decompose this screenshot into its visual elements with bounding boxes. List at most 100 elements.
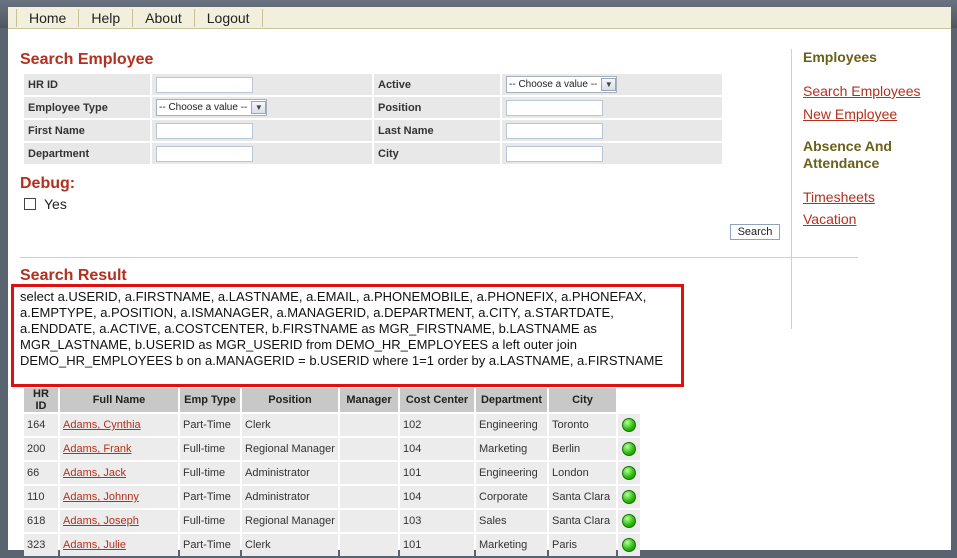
hr-id-cell: 618 [24,510,58,532]
first-name-label: First Name [24,120,150,141]
hr-id-input[interactable] [156,76,253,93]
hr-id-cell: 66 [24,462,58,484]
position-cell: Regional Manager [242,438,338,460]
cost-center-cell: 104 [400,438,474,460]
department-cell: Sales [476,510,547,532]
last-name-input[interactable] [506,122,603,139]
nav-help-link[interactable]: Help [79,8,134,27]
col-city[interactable]: City [549,388,616,412]
manager-cell [340,534,398,556]
table-row: 110 Adams, Johnny Part-Time Administrato… [24,486,640,508]
nav-home-link[interactable]: Home [16,8,80,27]
city-cell: London [549,462,616,484]
top-bar: Home Help About Logout [0,0,957,29]
debug-option: Yes [24,196,67,212]
page-content: Search Employee HR ID Active -- Choose a… [8,29,951,556]
table-row: 164 Adams, Cynthia Part-Time Clerk 102 E… [24,414,640,436]
sidebar-heading-absence: Absence And Attendance [803,138,892,171]
col-hr-id[interactable]: HR ID [24,388,58,412]
nav-logout-link[interactable]: Logout [195,8,263,27]
col-department[interactable]: Department [476,388,547,412]
col-manager[interactable]: Manager [340,388,398,412]
department-label: Department [24,143,150,164]
position-cell: Regional Manager [242,510,338,532]
sidebar-item-vacation[interactable]: Vacation [803,211,951,228]
manager-cell [340,486,398,508]
green-status-icon [622,466,636,480]
employee-type-select[interactable]: -- Choose a value -- ▼ [156,99,268,116]
debug-yes-label: Yes [44,196,67,212]
search-form: HR ID Active -- Choose a value -- ▼ Empl… [22,72,724,166]
cost-center-cell: 103 [400,510,474,532]
manager-cell [340,414,398,436]
last-name-label: Last Name [374,120,500,141]
employee-name-link[interactable]: Adams, Julie [63,539,126,551]
sidebar-item-timesheets[interactable]: Timesheets [803,189,951,206]
table-row: 200 Adams, Frank Full-time Regional Mana… [24,438,640,460]
city-input[interactable] [506,145,603,162]
department-cell: Corporate [476,486,547,508]
nav-about-link[interactable]: About [133,8,195,27]
cost-center-cell: 104 [400,486,474,508]
col-position[interactable]: Position [242,388,338,412]
cost-center-cell: 101 [400,462,474,484]
city-cell: Toronto [549,414,616,436]
emp-type-cell: Part-Time [180,486,240,508]
emp-type-cell: Full-time [180,510,240,532]
employee-name-link[interactable]: Adams, Johnny [63,491,139,503]
position-input[interactable] [506,99,603,116]
sidebar-divider [791,49,792,329]
employee-name-link[interactable]: Adams, Joseph [63,515,139,527]
emp-type-cell: Part-Time [180,534,240,556]
main-panel: Search Employee HR ID Active -- Choose a… [8,29,858,556]
department-cell: Marketing [476,438,547,460]
table-row: 66 Adams, Jack Full-time Administrator 1… [24,462,640,484]
debug-yes-checkbox[interactable] [24,198,36,210]
emp-type-cell: Full-time [180,438,240,460]
hr-id-cell: 323 [24,534,58,556]
city-cell: Santa Clara [549,486,616,508]
employee-name-link[interactable]: Adams, Jack [63,467,126,479]
city-cell: Santa Clara [549,510,616,532]
department-cell: Engineering [476,414,547,436]
sql-debug-output: select a.USERID, a.FIRSTNAME, a.LASTNAME… [11,284,684,387]
chevron-down-icon: ▼ [601,78,617,91]
department-cell: Marketing [476,534,547,556]
position-label: Position [374,97,500,118]
nav-menu: Home Help About Logout [8,7,951,29]
first-name-input[interactable] [156,122,253,139]
search-button[interactable]: Search [730,224,780,240]
position-cell: Clerk [242,534,338,556]
col-full-name[interactable]: Full Name [60,388,178,412]
position-cell: Clerk [242,414,338,436]
department-cell: Engineering [476,462,547,484]
emp-type-cell: Full-time [180,462,240,484]
hr-id-cell: 110 [24,486,58,508]
employee-name-link[interactable]: Adams, Frank [63,443,131,455]
active-select[interactable]: -- Choose a value -- ▼ [506,76,618,93]
col-emp-type[interactable]: Emp Type [180,388,240,412]
employee-name-link[interactable]: Adams, Cynthia [63,419,141,431]
active-select-value: -- Choose a value -- [509,79,598,90]
manager-cell [340,438,398,460]
col-cost-center[interactable]: Cost Center [400,388,474,412]
search-result-title: Search Result [20,267,127,284]
results-table: HR ID Full Name Emp Type Position Manage… [22,386,642,558]
manager-cell [340,510,398,532]
green-status-icon [622,514,636,528]
position-cell: Administrator [242,462,338,484]
hr-id-label: HR ID [24,74,150,95]
debug-title: Debug: [20,175,76,192]
employee-type-label: Employee Type [24,97,150,118]
cost-center-cell: 101 [400,534,474,556]
green-status-icon [622,418,636,432]
department-input[interactable] [156,145,253,162]
employee-type-select-value: -- Choose a value -- [159,102,248,113]
green-status-icon [622,490,636,504]
city-label: City [374,143,500,164]
divider [20,257,858,258]
sidebar-item-search-employees[interactable]: Search Employees [803,83,951,100]
position-cell: Administrator [242,486,338,508]
table-row: 618 Adams, Joseph Full-time Regional Man… [24,510,640,532]
sidebar-item-new-employee[interactable]: New Employee [803,106,951,123]
